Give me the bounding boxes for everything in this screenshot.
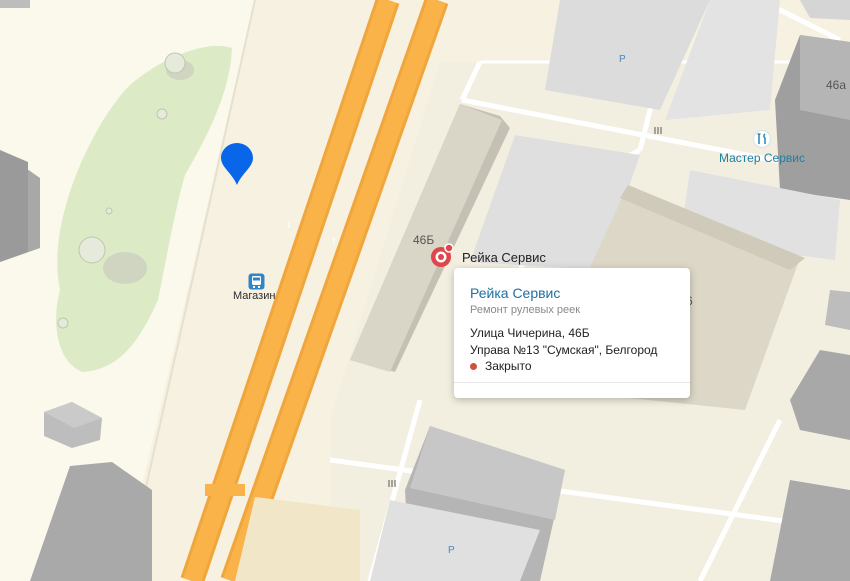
building — [0, 0, 30, 8]
road-arrow-icon: ↓ — [285, 221, 293, 231]
card-divider — [454, 382, 690, 383]
building — [0, 150, 28, 262]
map-canvas[interactable]: ↓ ↑ — [0, 0, 850, 581]
parking-label: P — [619, 54, 626, 65]
bus-stop-label: Магазин — [233, 290, 276, 302]
tools-icon[interactable] — [753, 130, 771, 148]
parking-label: P — [448, 545, 455, 556]
poi-label-master-servis[interactable]: Мастер Сервис — [719, 151, 805, 165]
building-number-46a: 46а — [826, 78, 847, 92]
road-arrow-icon: ↑ — [330, 237, 338, 247]
place-title[interactable]: Рейка Сервис — [470, 285, 560, 301]
place-status: Закрыто — [470, 359, 532, 373]
poi-label-reika-servis[interactable]: Рейка Сервис — [462, 250, 546, 265]
building-number-46b: 46Б — [413, 233, 435, 247]
bus-stop-icon[interactable] — [248, 273, 265, 290]
place-info-card[interactable]: Рейка Сервис Ремонт рулевых реек Улица Ч… — [454, 268, 690, 398]
status-text: Закрыто — [485, 359, 532, 373]
place-address-district: Управа №13 "Сумская", Белгород — [470, 343, 658, 357]
paved-area — [235, 497, 360, 581]
place-address-street: Улица Чичерина, 46Б — [470, 326, 590, 340]
location-pin-icon[interactable] — [219, 141, 255, 187]
status-dot-icon — [470, 362, 477, 370]
place-category: Ремонт рулевых реек — [470, 304, 581, 316]
